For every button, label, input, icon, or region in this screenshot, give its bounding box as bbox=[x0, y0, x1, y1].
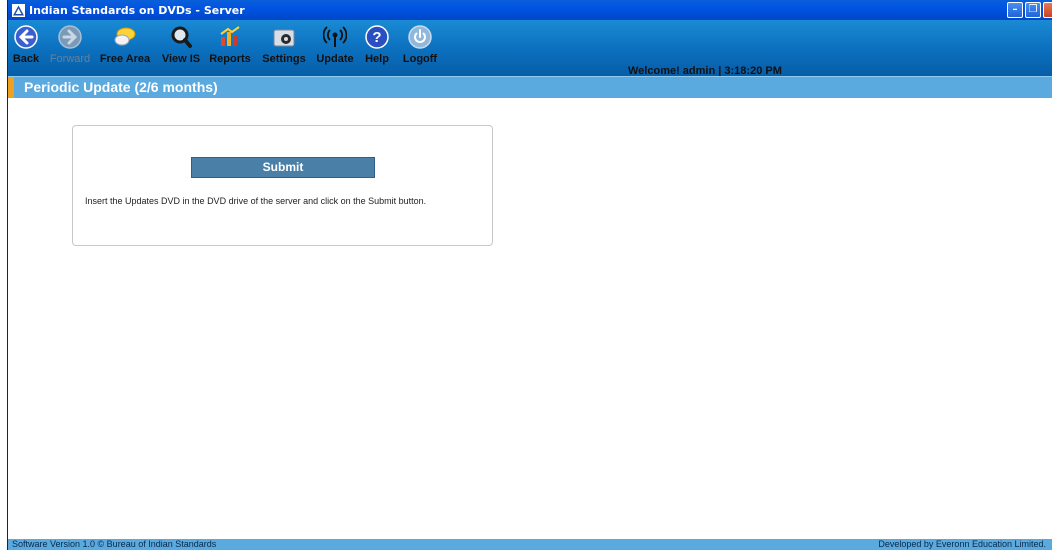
settings-icon bbox=[273, 29, 295, 47]
submit-button[interactable]: Submit bbox=[191, 157, 375, 178]
reports-button[interactable]: Reports bbox=[206, 20, 254, 76]
logoff-button[interactable]: Logoff bbox=[398, 20, 442, 76]
toolbar-label: Settings bbox=[262, 53, 306, 65]
toolbar: Back Forward Free Area View IS Reports S… bbox=[8, 20, 1052, 77]
view-is-button[interactable]: View IS bbox=[158, 20, 204, 76]
developer-credit: Developed by Everonn Education Limited. bbox=[878, 539, 1046, 549]
chat-bubble-icon bbox=[114, 27, 136, 46]
main-content: Submit Insert the Updates DVD in the DVD… bbox=[8, 98, 1052, 539]
back-arrow-icon bbox=[14, 25, 38, 49]
forward-button[interactable]: Forward bbox=[46, 20, 94, 76]
power-icon bbox=[408, 25, 432, 49]
footer: Software Version 1.0 © Bureau of Indian … bbox=[8, 539, 1052, 550]
toolbar-label: Forward bbox=[49, 53, 91, 65]
app-window: Indian Standards on DVDs - Server – ❐ Ba… bbox=[7, 0, 1052, 550]
minimize-button[interactable]: – bbox=[1007, 2, 1023, 18]
reports-icon bbox=[220, 26, 240, 46]
header-accent bbox=[8, 77, 14, 99]
close-button[interactable] bbox=[1043, 2, 1052, 18]
toolbar-label: Update bbox=[316, 53, 354, 65]
magnifier-icon bbox=[171, 26, 192, 48]
version-text: Software Version 1.0 © Bureau of Indian … bbox=[12, 539, 217, 549]
free-area-button[interactable]: Free Area bbox=[96, 20, 154, 76]
window-title: Indian Standards on DVDs - Server bbox=[29, 3, 245, 17]
restore-button[interactable]: ❐ bbox=[1025, 2, 1041, 18]
update-panel: Submit Insert the Updates DVD in the DVD… bbox=[72, 125, 493, 246]
page-title: Periodic Update (2/6 months) bbox=[24, 79, 218, 95]
app-logo-icon bbox=[11, 3, 25, 17]
svg-text:?: ? bbox=[372, 29, 381, 46]
back-button[interactable]: Back bbox=[10, 20, 42, 76]
settings-button[interactable]: Settings bbox=[258, 20, 310, 76]
section-header: Periodic Update (2/6 months) bbox=[8, 76, 1052, 99]
title-bar: Indian Standards on DVDs - Server – ❐ bbox=[8, 0, 1052, 20]
toolbar-label: Reports bbox=[209, 53, 251, 65]
toolbar-label: Help bbox=[365, 53, 389, 65]
broadcast-icon bbox=[323, 26, 347, 47]
instruction-text: Insert the Updates DVD in the DVD drive … bbox=[85, 196, 427, 206]
window-controls: – ❐ bbox=[1007, 2, 1052, 18]
forward-arrow-icon bbox=[58, 25, 82, 49]
toolbar-label: Free Area bbox=[99, 53, 151, 65]
help-button[interactable]: ? Help bbox=[362, 20, 392, 76]
toolbar-label: Back bbox=[12, 53, 40, 65]
help-icon: ? bbox=[365, 25, 389, 49]
update-button[interactable]: Update bbox=[312, 20, 358, 76]
toolbar-label: Logoff bbox=[402, 53, 438, 65]
toolbar-label: View IS bbox=[161, 53, 201, 65]
